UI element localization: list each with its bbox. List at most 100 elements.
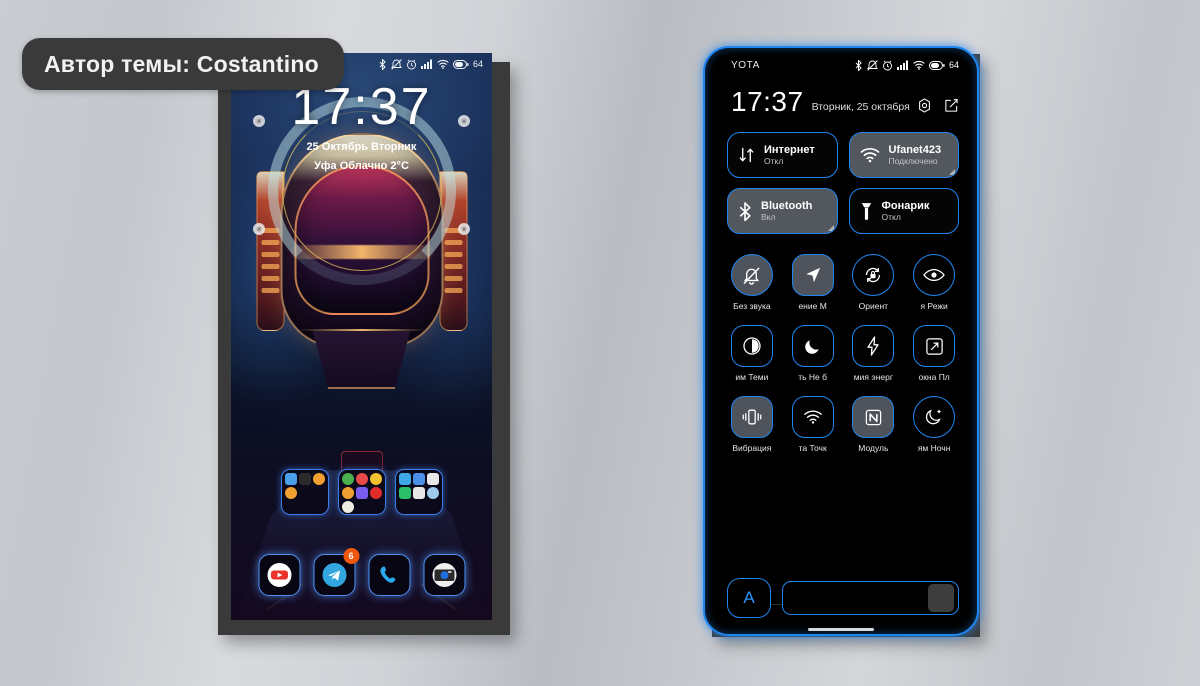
quick-tile-readmode[interactable]: я Режи: [909, 254, 959, 311]
mini-app-icon: [355, 487, 368, 499]
quick-tile-location-label: ение М: [798, 301, 827, 311]
bell-muted-icon: [730, 254, 773, 296]
quick-tile-darktheme[interactable]: им Теми: [727, 325, 777, 382]
flashlight-icon: [860, 202, 873, 221]
tile-wifi[interactable]: Ufanet423 Подключено: [848, 132, 959, 178]
alarm-icon: [406, 59, 417, 70]
clock-widget[interactable]: 17:37 25 Октябрь Вторник Уфа Облачно 2°C…: [231, 81, 492, 285]
quick-tile-silent[interactable]: Без звука: [727, 254, 777, 311]
quick-tile-nightmode[interactable]: ям Ночн: [909, 396, 959, 453]
quick-tile-nfc-label: Модуль: [858, 443, 889, 453]
shade-header: 17:37 Вторник, 25 октября: [731, 88, 959, 116]
quick-tile-vibration-label: Вибрация: [732, 443, 772, 453]
dock-item-youtube[interactable]: [258, 554, 300, 596]
quick-tile-location[interactable]: ение М: [788, 254, 838, 311]
widget-resize-handle-top-left[interactable]: ✳: [253, 115, 265, 127]
alarm-icon: [882, 60, 893, 71]
tile-bluetooth[interactable]: Bluetooth Вкл: [727, 188, 838, 234]
quick-settings-panel: YOTA 64 17:37 Вторник, 25 октября Интерн…: [703, 46, 979, 636]
tile-expand-corner[interactable]: [827, 225, 834, 231]
quick-tile-rotation-label: Ориент: [858, 301, 889, 311]
app-folder[interactable]: [394, 469, 443, 515]
night-mode-icon: [913, 396, 956, 438]
moon-icon: [791, 325, 834, 367]
auto-brightness-button[interactable]: A: [727, 578, 771, 618]
mini-app-icon: [369, 473, 382, 485]
quick-tile-hotspot[interactable]: та Точк: [788, 396, 838, 453]
bluetooth-icon: [855, 59, 863, 71]
home-screen: 64 17:37 25 Октябрь Вторник Уфа Облачно …: [231, 53, 492, 620]
widget-resize-handle-bottom-left[interactable]: ✳: [253, 223, 265, 235]
widget-resize-handle-bottom-right[interactable]: ✳: [458, 223, 470, 235]
location-icon: [791, 254, 834, 296]
quick-tile-vibration[interactable]: Вибрация: [727, 396, 777, 453]
status-icon-group: 64: [855, 59, 959, 71]
shade-header-icons: [917, 98, 959, 113]
dock-item-phone[interactable]: [368, 554, 410, 596]
brightness-slider-knob[interactable]: [928, 584, 954, 612]
author-badge: Автор темы: Costantino: [22, 38, 344, 90]
contrast-icon: [730, 325, 773, 367]
mini-app-icon: [355, 473, 368, 485]
mini-app-icon: [412, 487, 425, 499]
edit-icon[interactable]: [944, 98, 959, 113]
quick-tile-nfc[interactable]: Модуль: [849, 396, 899, 453]
tile-internet[interactable]: Интернет Откл: [727, 132, 838, 178]
quick-tile-nightmode-label: ям Ночн: [917, 443, 951, 453]
app-folder[interactable]: [280, 469, 329, 515]
folder-row: [280, 469, 443, 515]
helmet-chin-line: [298, 329, 425, 331]
mini-app-icon: [312, 473, 325, 485]
quick-tile-dnd[interactable]: ть Не б: [788, 325, 838, 382]
nfc-icon: [852, 396, 895, 438]
tile-expand-corner[interactable]: [949, 169, 955, 175]
camera-icon: [432, 563, 456, 587]
quick-tile-grid: Без звука ение М Ориент я Режи им Теми т…: [727, 254, 959, 453]
big-tile-row: Интернет Откл Ufanet423 Подключено: [727, 132, 959, 178]
brightness-slider[interactable]: [782, 581, 959, 615]
mini-app-icon: [341, 501, 354, 513]
mini-app-icon: [412, 473, 425, 485]
shade-time: 17:37: [731, 86, 804, 117]
clock-date: 25 Октябрь Вторник: [306, 141, 417, 153]
tile-flashlight-title: Фонарик: [881, 199, 930, 212]
widget-resize-handle-top-right[interactable]: ✳: [458, 115, 470, 127]
telegram-icon: [322, 563, 346, 587]
big-tile-grid: Интернет Откл Ufanet423 Подключено Bluet…: [727, 132, 959, 234]
mini-app-icon: [398, 487, 411, 499]
vibration-icon: [730, 396, 773, 438]
quick-tile-row: им Теми ть Не б мия энерг окна Пл: [727, 325, 959, 382]
quick-tile-rotation[interactable]: Ориент: [849, 254, 899, 311]
tile-flashlight[interactable]: Фонарик Откл: [848, 188, 959, 234]
expand-icon: [913, 325, 956, 367]
mini-app-icon: [284, 487, 297, 499]
mini-app-icon: [369, 487, 382, 499]
tile-bluetooth-status: Вкл: [761, 212, 776, 223]
quick-tile-floatingwindow-label: окна Пл: [918, 372, 950, 382]
quick-tile-row: Вибрация та Точк Модуль ям Ночн: [727, 396, 959, 453]
mini-app-icon: [341, 473, 354, 485]
carrier-label: YOTA: [731, 59, 760, 71]
phone-icon: [379, 566, 395, 583]
navigation-pill[interactable]: [808, 628, 874, 631]
mini-app-icon: [426, 487, 439, 499]
dock: 6: [258, 548, 465, 596]
rotation-lock-icon: [852, 254, 895, 296]
mute-icon: [391, 58, 402, 70]
tile-wifi-status: Подключено: [888, 156, 938, 167]
quick-tile-readmode-label: я Режи: [920, 301, 948, 311]
quick-tile-floatingwindow[interactable]: окна Пл: [909, 325, 959, 382]
quick-tile-silent-label: Без звука: [733, 301, 771, 311]
shade-date: Вторник, 25 октября: [811, 101, 910, 113]
clock-weather: Уфа Облачно 2°C: [314, 160, 409, 172]
dock-item-telegram[interactable]: 6: [313, 548, 359, 596]
quick-tile-batterysaver[interactable]: мия энерг: [849, 325, 899, 382]
settings-icon[interactable]: [917, 98, 932, 113]
author-badge-label: Автор темы: Costantino: [44, 50, 319, 77]
wifi-icon: [860, 147, 880, 163]
dock-item-camera[interactable]: [423, 554, 465, 596]
tile-internet-title: Интернет: [764, 143, 815, 156]
app-folder[interactable]: [337, 469, 386, 515]
eye-icon: [913, 254, 956, 296]
telegram-badge: 6: [343, 548, 359, 564]
